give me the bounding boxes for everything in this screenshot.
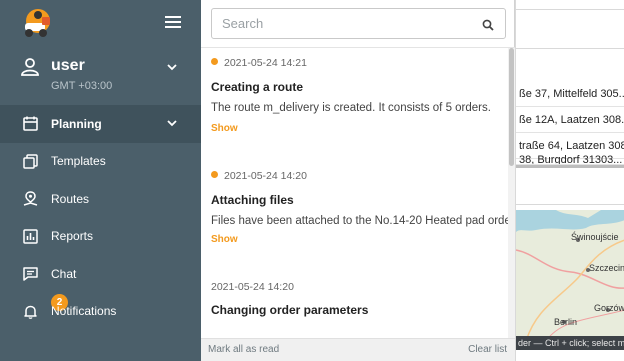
sidebar-item-chat[interactable]: Chat [0, 255, 201, 293]
map-label: Świnoujście [571, 232, 619, 242]
background-toolbar [516, 9, 624, 49]
notification-timestamp: 2021-05-24 14:21 [224, 57, 307, 69]
panel-footer: Mark all as read Clear list [201, 338, 515, 361]
planning-icon [22, 116, 38, 132]
notification-title: Changing order parameters [211, 303, 369, 317]
sidebar-item-label: Notifications [51, 304, 117, 319]
notification-body: Files have been attached to the No.14-20… [211, 215, 508, 227]
map-hint: der — Ctrl + click; select mul [516, 336, 624, 350]
background-order-row[interactable]: ße 12A, Laatzen 308... [516, 107, 624, 133]
sidebar-nav: Planning Templates Routes Reports Chat 2… [0, 105, 201, 330]
show-link[interactable]: Show [211, 123, 238, 134]
user-name: user [51, 57, 85, 74]
reports-icon [22, 228, 38, 244]
sidebar-item-templates[interactable]: Templates [0, 143, 201, 181]
chevron-down-icon [167, 118, 177, 128]
notification-time: 2021-05-24 14:21 [211, 57, 307, 69]
bell-icon: 2 [22, 294, 68, 319]
notification-title: Creating a route [211, 80, 304, 94]
unread-dot-icon [211, 171, 218, 178]
chat-icon [22, 266, 38, 282]
sidebar-item-label: Routes [51, 191, 90, 206]
map-label: Szczecin [589, 263, 624, 273]
search-input[interactable] [222, 9, 472, 38]
templates-icon [22, 153, 38, 169]
unread-dot-icon [211, 58, 218, 65]
background-order-row[interactable]: 38, Burgdorf 31303... [516, 151, 624, 165]
map-label: Gorzów [594, 303, 624, 313]
user-menu[interactable]: user GMT +03:00 [0, 50, 201, 98]
search-box [211, 8, 506, 39]
scrollbar-thumb[interactable] [509, 48, 514, 166]
sidebar-item-reports[interactable]: Reports [0, 218, 201, 256]
background-address: ße 37, Mittelfeld 305... [519, 88, 624, 100]
background-app: ße 37, Mittelfeld 305... ße 12A, Laatzen… [515, 0, 624, 361]
sidebar: user GMT +03:00 Planning Templates Route… [0, 0, 201, 361]
notification-list: 2021-05-24 14:21 Creating a route The ro… [201, 48, 508, 338]
menu-toggle-icon[interactable] [165, 16, 181, 28]
notification-body: The route m_delivery is created. It cons… [211, 102, 491, 114]
chevron-down-icon [167, 62, 177, 72]
clear-list-button[interactable]: Clear list [468, 344, 507, 355]
sidebar-item-label: Templates [51, 154, 106, 169]
sidebar-item-label: Planning [51, 116, 102, 131]
routes-icon [22, 191, 38, 207]
show-link[interactable]: Show [211, 234, 238, 245]
sidebar-item-label: Chat [51, 266, 77, 281]
sidebar-item-routes[interactable]: Routes [0, 180, 201, 218]
background-address: ße 12A, Laatzen 308... [519, 114, 624, 126]
user-timezone: GMT +03:00 [51, 80, 113, 92]
sidebar-item-planning[interactable]: Planning [0, 105, 201, 143]
background-address: 38, Burgdorf 31303... [519, 154, 623, 165]
logo-icon[interactable] [16, 7, 56, 39]
background-order-row[interactable]: ße 37, Mittelfeld 305... [516, 81, 624, 107]
user-icon [21, 58, 39, 76]
scrollbar[interactable] [508, 48, 515, 338]
notification-title: Attaching files [211, 193, 294, 207]
notification-timestamp: 2021-05-24 14:20 [224, 170, 307, 182]
sidebar-item-notifications[interactable]: 2 Notifications [0, 293, 201, 331]
map-label: Berlin [554, 317, 578, 327]
notifications-panel: 2021-05-24 14:21 Creating a route The ro… [201, 0, 515, 361]
map[interactable]: Świnoujście Szczecin Gorzów Berlin [516, 210, 624, 341]
notification-time: 2021-05-24 14:20 [211, 170, 307, 182]
search-icon[interactable] [482, 18, 494, 31]
mark-all-read-button[interactable]: Mark all as read [208, 344, 279, 355]
sidebar-item-label: Reports [51, 229, 94, 244]
background-toolbar-lower [516, 165, 624, 205]
notification-timestamp: 2021-05-24 14:20 [211, 281, 294, 293]
